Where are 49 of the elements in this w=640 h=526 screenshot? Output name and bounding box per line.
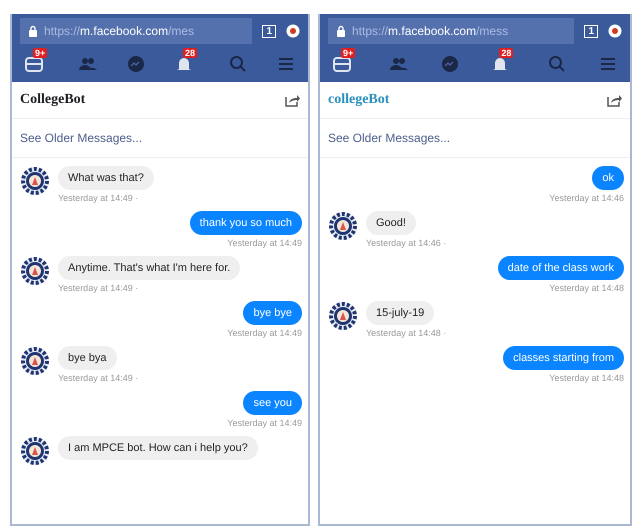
message-timestamp: Yesterday at 14:48 [549, 283, 624, 293]
sent-message: thank you so much [190, 211, 302, 235]
tab-count-button[interactable]: 1 [584, 24, 598, 38]
message-timestamp: Yesterday at 14:48 · [366, 328, 446, 338]
lock-icon [336, 25, 346, 37]
share-icon[interactable] [284, 93, 300, 107]
sent-message: bye bye [243, 301, 302, 325]
received-message: What was that? [58, 166, 154, 190]
message-timestamp: Yesterday at 14:48 [549, 373, 624, 383]
bot-avatar-icon [20, 256, 50, 286]
see-older-messages-link[interactable]: See Older Messages... [328, 131, 450, 145]
bot-avatar-icon [20, 166, 50, 196]
notification-badge: 28 [499, 48, 514, 58]
received-message: Good! [366, 211, 416, 235]
message-timestamp: Yesterday at 14:49 [227, 418, 302, 428]
chat-title: collegeBot [328, 92, 390, 108]
address-bar[interactable]: https://m.facebook.com/mess [328, 18, 574, 44]
bot-avatar-icon [328, 301, 358, 331]
bot-avatar-icon [20, 346, 50, 376]
message-timestamp: Yesterday at 14:49 · [58, 373, 138, 383]
url-text: https://m.facebook.com/mess [352, 24, 508, 38]
sent-message: classes starting from [503, 346, 624, 370]
notification-badge: 28 [183, 48, 198, 58]
share-icon[interactable] [606, 93, 622, 107]
message-timestamp: Yesterday at 14:49 · [58, 283, 138, 293]
lock-icon [28, 25, 38, 37]
chat-title: CollegeBot [20, 92, 86, 108]
sent-message: date of the class work [498, 256, 624, 280]
received-message: Anytime. That's what I'm here for. [58, 256, 240, 280]
url-text: https://m.facebook.com/mes [44, 24, 194, 38]
messenger-icon[interactable] [440, 54, 460, 74]
bot-avatar-icon [328, 211, 358, 241]
address-bar[interactable]: https://m.facebook.com/mes [20, 18, 252, 44]
message-timestamp: Yesterday at 14:49 [227, 328, 302, 338]
sent-message: see you [243, 391, 302, 415]
received-message: 15-july-19 [366, 301, 434, 325]
notification-badge: 9+ [341, 48, 356, 58]
received-message: I am MPCE bot. How can i help you? [58, 436, 258, 460]
message-timestamp: Yesterday at 14:46 · [366, 238, 446, 248]
message-timestamp: Yesterday at 14:49 · [58, 193, 138, 203]
message-timestamp: Yesterday at 14:46 [549, 193, 624, 203]
sent-message: ok [592, 166, 624, 190]
notification-badge: 9+ [33, 48, 48, 58]
message-timestamp: Yesterday at 14:49 [227, 238, 302, 248]
bot-avatar-icon [20, 436, 50, 466]
messenger-icon[interactable] [126, 54, 146, 74]
tab-count-button[interactable]: 1 [262, 24, 276, 38]
received-message: bye bya [58, 346, 117, 370]
see-older-messages-link[interactable]: See Older Messages... [20, 131, 142, 145]
